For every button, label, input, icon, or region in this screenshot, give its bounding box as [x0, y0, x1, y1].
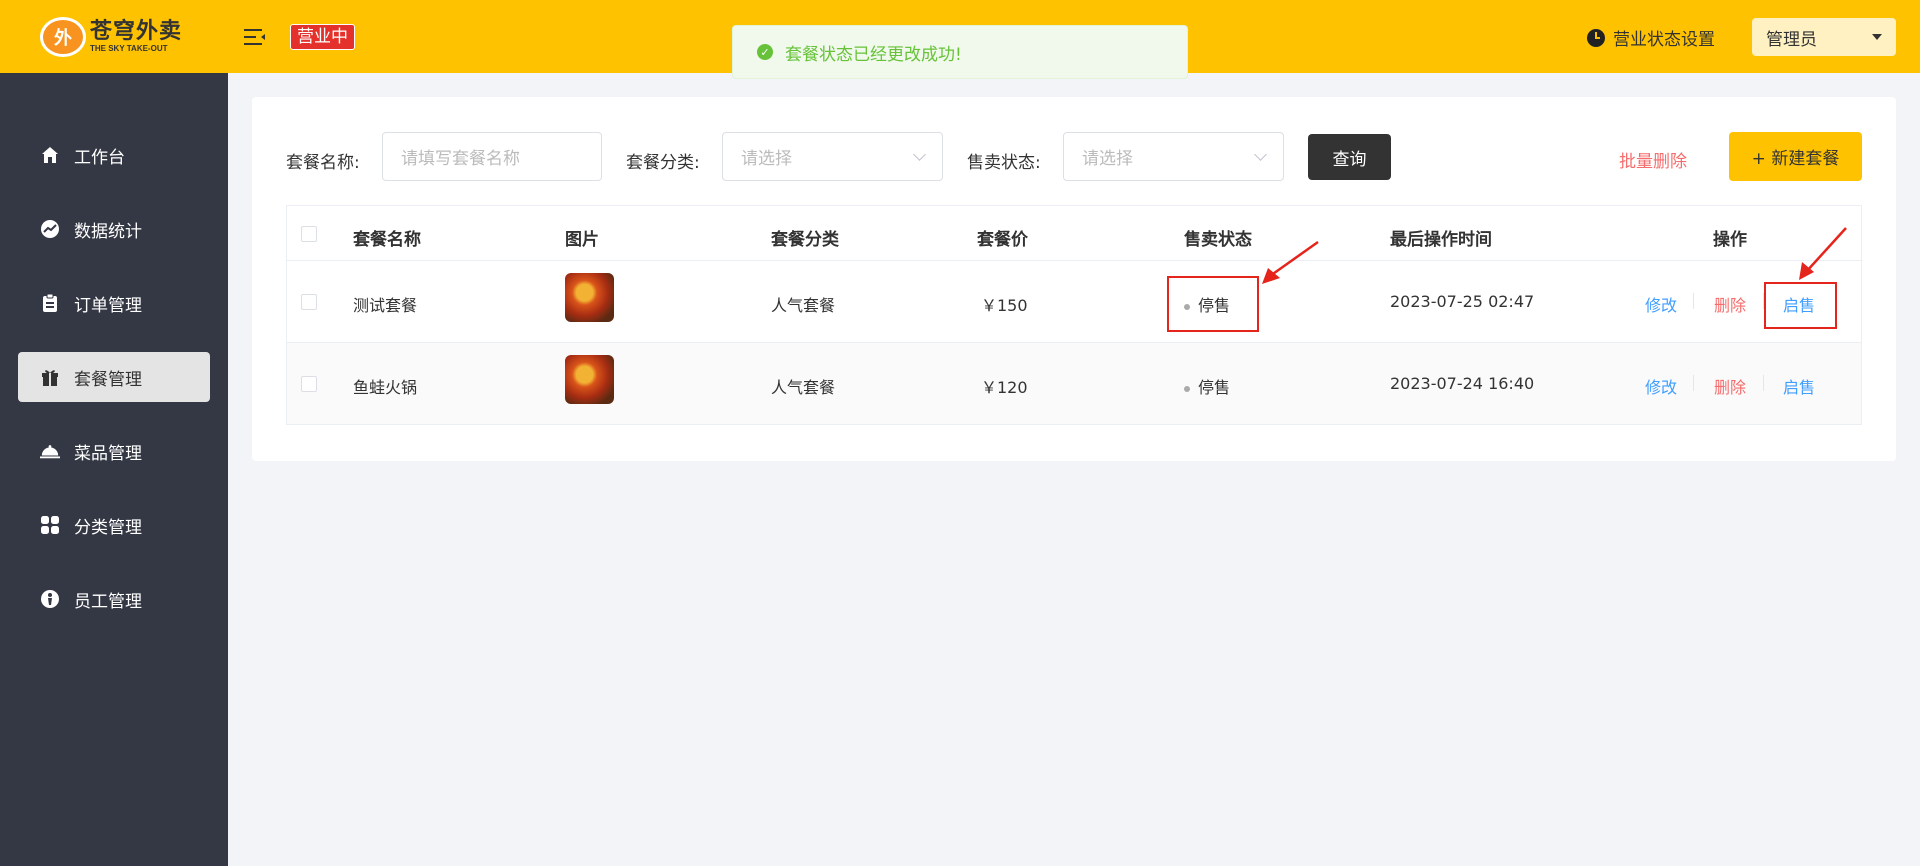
- logo-subtitle: THE SKY TAKE-OUT: [90, 44, 168, 53]
- gift-icon: [40, 367, 60, 387]
- batch-delete-button[interactable]: 批量删除: [1619, 147, 1687, 172]
- setmeal-name: 测试套餐: [353, 296, 418, 315]
- column-header-price: 套餐价: [977, 230, 1028, 250]
- setmeal-update-time: 2023-07-25 02:47: [1390, 292, 1535, 311]
- sidebar-item-label: 分类管理: [74, 517, 142, 538]
- enable-sale-button[interactable]: 启售: [1783, 374, 1815, 398]
- sidebar: 工作台 数据统计 订单管理 套餐管理 菜品管理 分类管理 员工管理: [0, 73, 228, 866]
- setmeal-category-select[interactable]: 请选择: [722, 132, 943, 181]
- table-row: 鱼蛙火锅 人气套餐 ￥120 停售 2023-07-24 16:40 修改 删除…: [287, 343, 1861, 425]
- action-divider: [1763, 375, 1764, 391]
- sidebar-item-orders[interactable]: 订单管理: [18, 278, 210, 328]
- delete-button[interactable]: 删除: [1714, 374, 1746, 398]
- column-header-actions: 操作: [1713, 230, 1747, 250]
- row-checkbox[interactable]: [301, 294, 317, 310]
- check-circle-icon: ✓: [757, 44, 773, 60]
- sidebar-item-label: 数据统计: [74, 221, 142, 242]
- setmeal-status: 停售: [1184, 374, 1230, 398]
- setmeal-name-label: 套餐名称:: [286, 153, 360, 173]
- setmeal-category-placeholder: 请选择: [741, 149, 792, 169]
- sidebar-item-dishes[interactable]: 菜品管理: [18, 426, 210, 476]
- logo-badge-icon: 外: [40, 17, 86, 57]
- sidebar-item-label: 菜品管理: [74, 443, 142, 464]
- chart-icon: [40, 219, 60, 239]
- chevron-down-icon: [1254, 148, 1267, 161]
- table-header: 套餐名称 图片 套餐分类 套餐价 售卖状态 最后操作时间 操作: [287, 206, 1861, 261]
- toast-message: 套餐状态已经更改成功!: [785, 44, 962, 65]
- column-header-image: 图片: [565, 230, 599, 250]
- setmeal-category-label: 套餐分类:: [626, 153, 700, 173]
- delete-button[interactable]: 删除: [1714, 292, 1746, 316]
- setmeal-category: 人气套餐: [771, 378, 836, 397]
- action-divider: [1693, 293, 1694, 309]
- setmeal-table: 套餐名称 图片 套餐分类 套餐价 售卖状态 最后操作时间 操作 测试套餐 人气套…: [286, 205, 1862, 425]
- user-menu-dropdown[interactable]: 管理员: [1752, 18, 1896, 56]
- sidebar-item-label: 订单管理: [74, 295, 142, 316]
- sidebar-item-label: 套餐管理: [74, 369, 142, 390]
- column-header-name: 套餐名称: [353, 230, 421, 250]
- sidebar-item-label: 工作台: [74, 147, 125, 168]
- sale-status-label: 售卖状态:: [967, 153, 1041, 173]
- sale-status-select[interactable]: 请选择: [1063, 132, 1284, 181]
- employee-icon: [40, 589, 60, 609]
- annotation-box-status: [1167, 276, 1259, 332]
- sidebar-item-setmeal[interactable]: 套餐管理: [18, 352, 210, 402]
- setmeal-name: 鱼蛙火锅: [353, 378, 418, 397]
- chevron-down-icon: [913, 148, 926, 161]
- setmeal-name-placeholder: 请填写套餐名称: [401, 149, 520, 169]
- clipboard-icon: [40, 293, 60, 313]
- action-divider: [1693, 375, 1694, 391]
- setmeal-price: ￥150: [981, 296, 1028, 315]
- setmeal-status-label: 停售: [1198, 378, 1231, 397]
- edit-button[interactable]: 修改: [1645, 292, 1677, 316]
- clock-icon: [1587, 28, 1605, 47]
- sidebar-item-employees[interactable]: 员工管理: [18, 574, 210, 624]
- row-checkbox[interactable]: [301, 376, 317, 392]
- sidebar-item-categories[interactable]: 分类管理: [18, 500, 210, 550]
- logo-title: 苍穹外卖: [90, 19, 183, 44]
- column-header-status: 售卖状态: [1184, 230, 1252, 250]
- setmeal-image: [565, 273, 614, 322]
- annotation-box-enable-sale: [1764, 282, 1837, 329]
- column-header-category: 套餐分类: [771, 230, 839, 250]
- select-all-checkbox[interactable]: [301, 226, 317, 242]
- column-header-time: 最后操作时间: [1390, 230, 1492, 250]
- table-row: 测试套餐 人气套餐 ￥150 停售 2023-07-25 02:47 修改 删除…: [287, 261, 1861, 343]
- business-status-setting-button[interactable]: 营业状态设置: [1587, 25, 1715, 50]
- annotation-arrow-icon: [1262, 240, 1319, 284]
- edit-button[interactable]: 修改: [1645, 374, 1677, 398]
- setmeal-update-time: 2023-07-24 16:40: [1390, 374, 1535, 393]
- query-button[interactable]: 查询: [1308, 134, 1391, 180]
- sidebar-item-label: 员工管理: [74, 591, 142, 612]
- sale-status-placeholder: 请选择: [1082, 149, 1133, 169]
- setmeal-name-input[interactable]: 请填写套餐名称: [382, 132, 602, 181]
- setmeal-price: ￥120: [981, 378, 1028, 397]
- setmeal-image: [565, 355, 614, 404]
- annotation-arrow-icon: [1799, 227, 1847, 280]
- success-toast: ✓ 套餐状态已经更改成功!: [732, 25, 1188, 79]
- dish-icon: [40, 441, 60, 461]
- collapse-menu-icon[interactable]: [244, 27, 266, 47]
- app-logo: 外 苍穹外卖 THE SKY TAKE-OUT: [40, 17, 182, 57]
- business-status-badge: 营业中: [290, 24, 355, 50]
- user-name: 管理员: [1766, 29, 1817, 50]
- status-dot-icon: [1184, 385, 1190, 392]
- business-status-setting-label: 营业状态设置: [1613, 30, 1715, 50]
- sidebar-item-statistics[interactable]: 数据统计: [18, 204, 210, 254]
- setmeal-category: 人气套餐: [771, 296, 836, 315]
- new-setmeal-button[interactable]: + 新建套餐: [1729, 132, 1862, 181]
- home-icon: [40, 145, 60, 165]
- sidebar-item-workbench[interactable]: 工作台: [18, 130, 210, 180]
- grid-icon: [40, 515, 60, 535]
- caret-down-icon: [1872, 34, 1882, 40]
